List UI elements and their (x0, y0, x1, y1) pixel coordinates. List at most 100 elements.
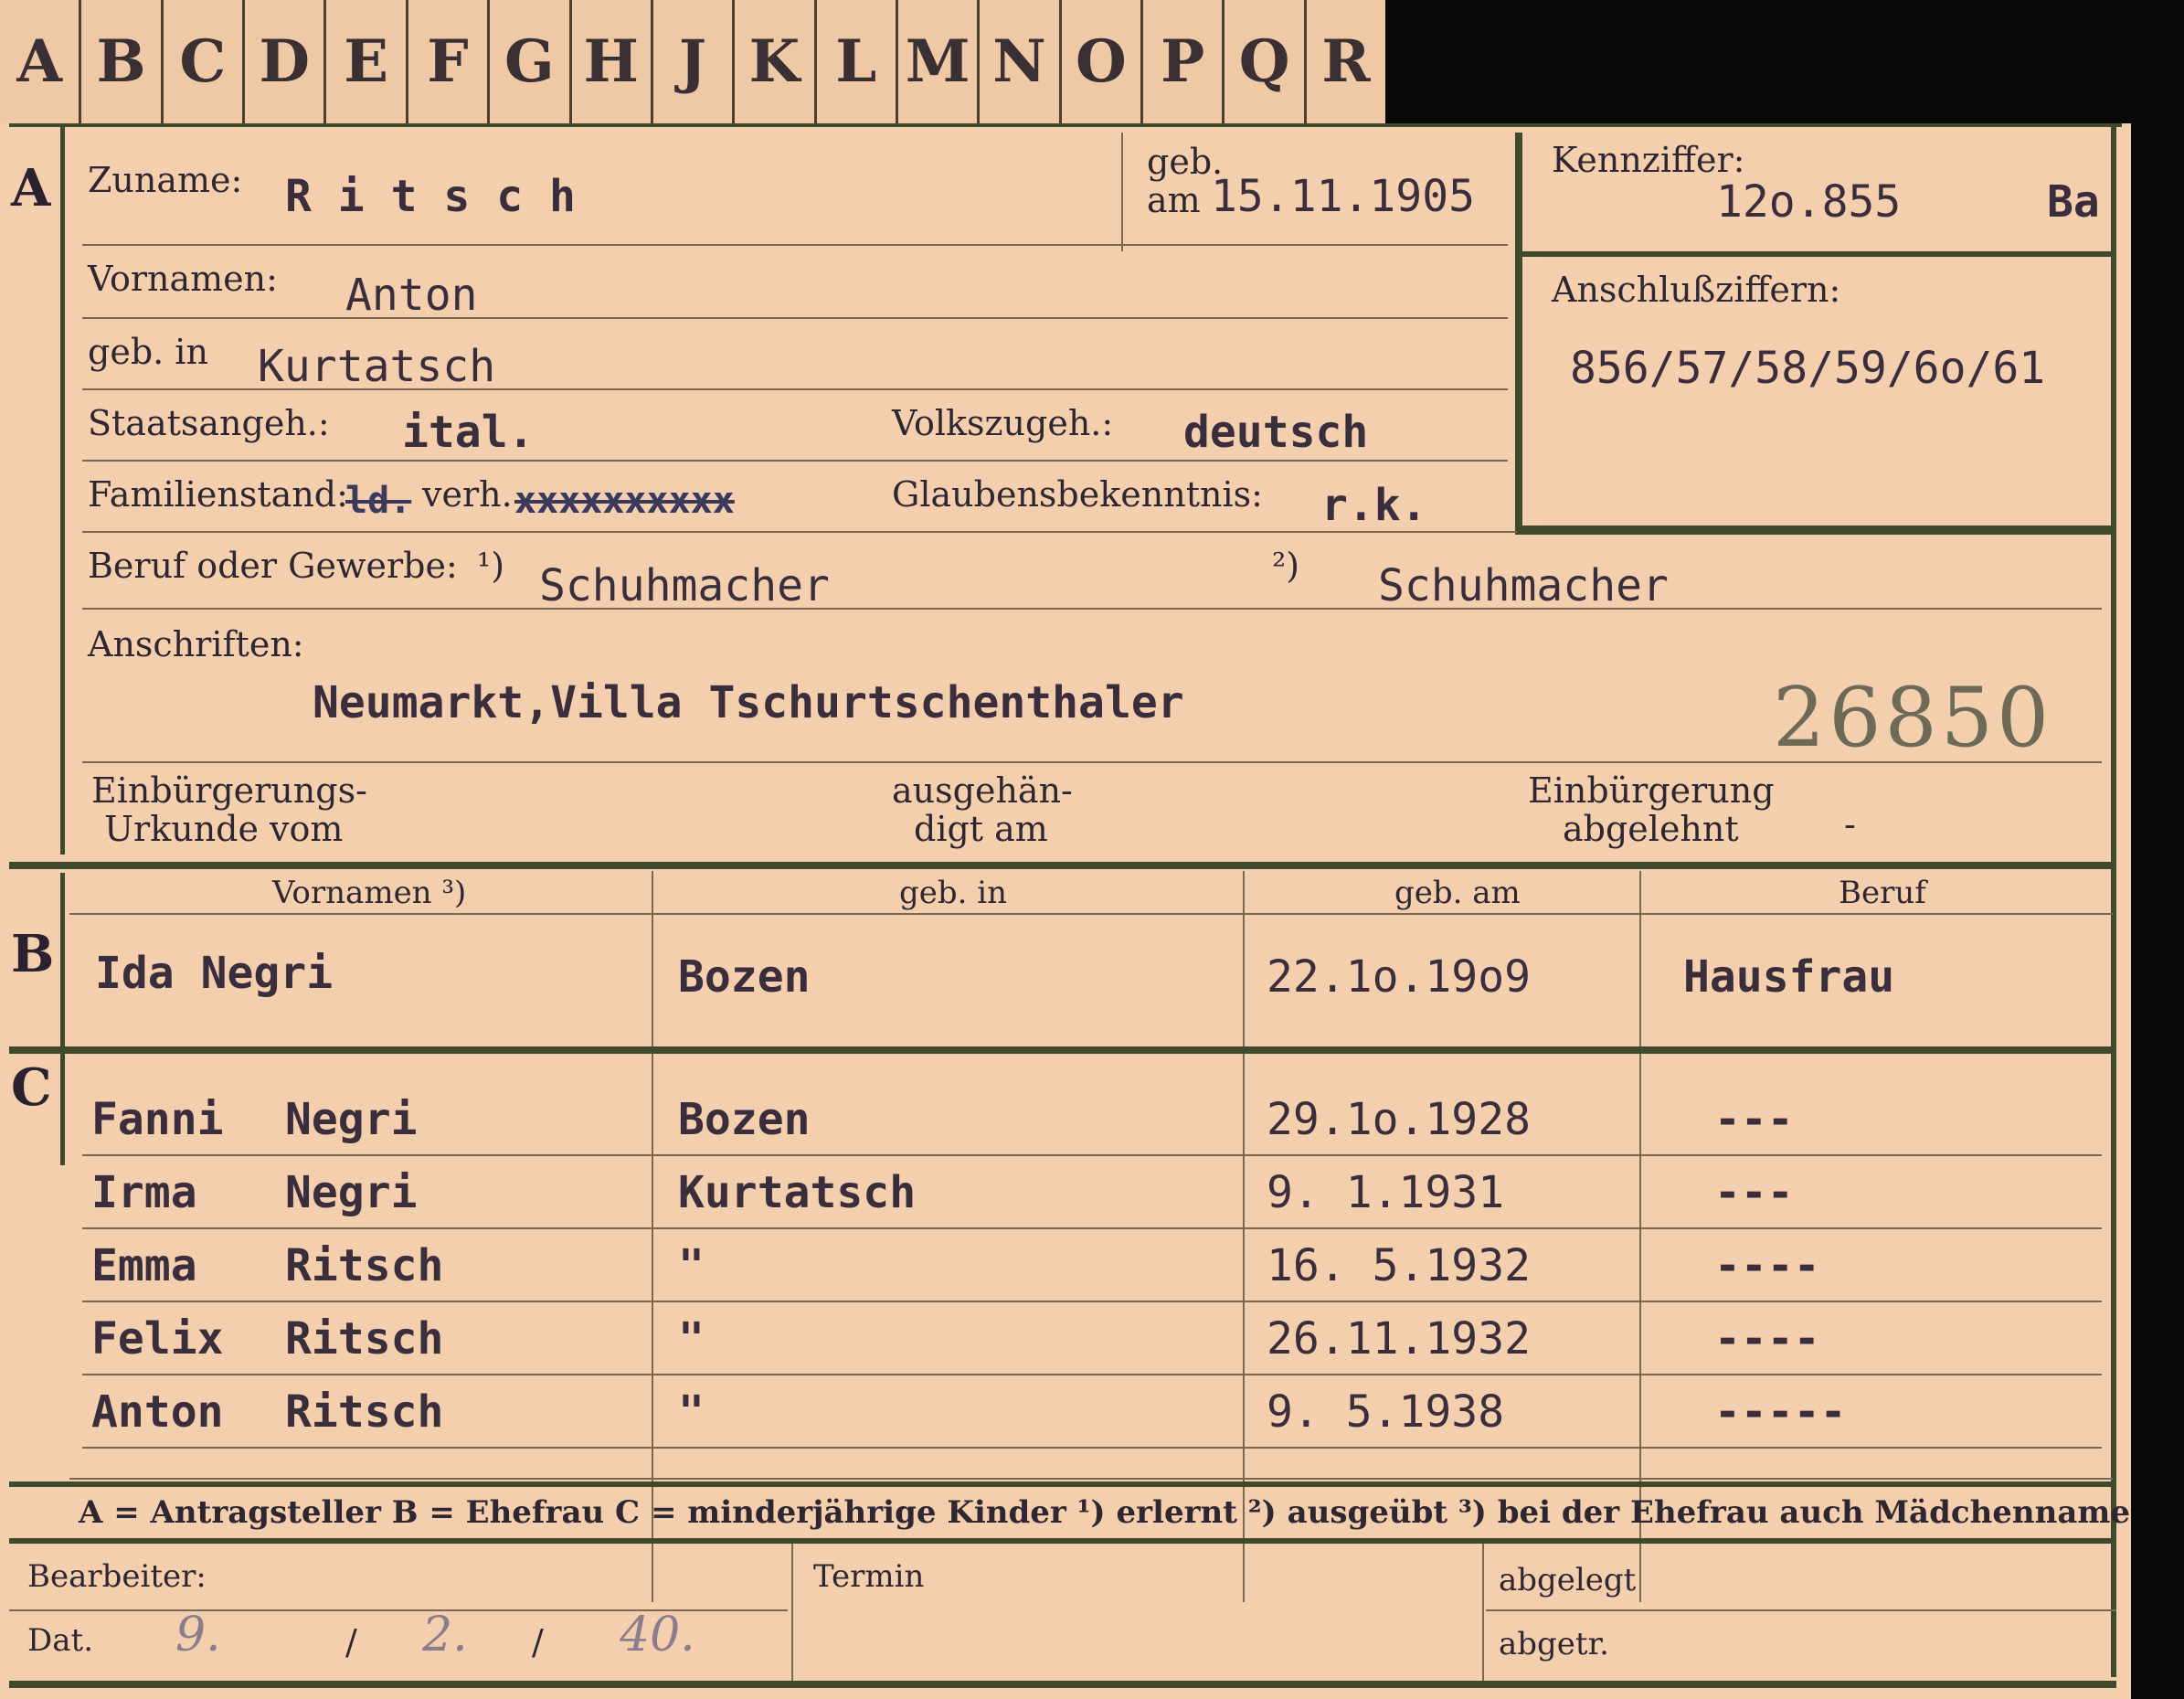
index-tab: F (408, 0, 491, 123)
abgelegt-label: abgelegt (1499, 1562, 1637, 1598)
col-geb-am: geb. am (1394, 875, 1521, 911)
child-geb-am: 9. 5.1938 (1267, 1386, 1505, 1438)
index-tab: M (898, 0, 981, 123)
index-tab: N (980, 0, 1062, 123)
child-first-name: Emma (91, 1240, 197, 1291)
dat-sep-1: / (345, 1622, 357, 1662)
col-geb-in: geb. in (899, 875, 1008, 911)
index-tab: E (326, 0, 408, 123)
einb-abgelehnt-value: - (1844, 804, 1856, 844)
geb-am-value: 15.11.1905 (1211, 171, 1475, 222)
index-tab: O (1062, 0, 1144, 123)
staat-label: Staatsangeh.: (88, 403, 330, 443)
glauben-value: r.k. (1321, 480, 1427, 531)
child-last-name: Negri (285, 1094, 418, 1145)
ehefrau-beruf: Hausfrau (1683, 951, 1895, 1003)
kennziffer-label: Kennziffer: (1552, 140, 1745, 180)
index-tab: K (735, 0, 817, 123)
termin-label: Termin (813, 1558, 925, 1595)
child-geb-in: " (678, 1240, 705, 1291)
child-geb-am: 9. 1.1931 (1267, 1167, 1505, 1218)
child-last-name: Ritsch (285, 1313, 444, 1365)
einb-abgelehnt-label-2: abgelehnt (1563, 809, 1739, 849)
index-tab: B (81, 0, 164, 123)
ausgehaend-label-2: digt am (914, 809, 1048, 849)
familie-struck-1: ld. (345, 480, 412, 522)
anschluss-value: 856/57/58/59/6o/61 (1570, 343, 2046, 394)
row-rule (82, 1374, 2102, 1375)
child-geb-in: Kurtatsch (678, 1167, 917, 1218)
left-margin-rule (60, 123, 65, 855)
staat-value: ital. (402, 407, 535, 458)
row-rule (82, 1301, 2102, 1302)
abgetr-label: abgetr. (1499, 1626, 1609, 1662)
child-geb-in: Bozen (678, 1094, 811, 1145)
ehefrau-geb-in: Bozen (678, 951, 811, 1003)
child-geb-in: " (678, 1313, 705, 1365)
familie-label: Familienstand: (88, 474, 348, 515)
anschriften-label: Anschriften: (88, 624, 304, 664)
einb-urkunde-label-1: Einbürgerungs- (91, 770, 367, 811)
child-first-name: Felix (91, 1313, 224, 1365)
index-tab: C (164, 0, 246, 123)
ehefrau-geb-am: 22.1o.19o9 (1267, 951, 1531, 1003)
index-tab: Q (1225, 0, 1307, 123)
beruf-2-value: Schuhmacher (1378, 560, 1669, 611)
index-tab: P (1143, 0, 1225, 123)
row-rule (82, 1447, 2102, 1449)
registration-card: A Zuname: R i t s c h geb. am 15.11.1905… (0, 123, 2131, 1699)
index-tab: A (0, 0, 82, 123)
section-b-letter: B (11, 924, 55, 984)
vornamen-label: Vornamen: (88, 259, 278, 299)
volk-label: Volkszugeh.: (892, 403, 1114, 443)
col-vornamen: Vornamen ³) (272, 875, 467, 911)
ausgehaend-label-1: ausgehän- (892, 770, 1073, 811)
index-tab: L (817, 0, 898, 123)
index-tab: G (490, 0, 572, 123)
familie-value: verh. (422, 474, 513, 515)
index-tabs: ABCDEFGHJKLMNOPQR (0, 0, 1385, 123)
kennziffer-suffix: Ba (2047, 176, 2100, 228)
child-geb-in: " (678, 1386, 705, 1438)
geb-am-label: am (1147, 180, 1201, 220)
index-tab: R (1321, 27, 1371, 96)
child-first-name: Irma (91, 1167, 197, 1218)
index-tab: D (245, 0, 327, 123)
kennziffer-value: 12o.855 (1716, 176, 1902, 228)
anschluss-label: Anschlußziffern: (1552, 270, 1841, 310)
child-beruf: ---- (1714, 1240, 1820, 1291)
child-beruf: ---- (1714, 1313, 1820, 1365)
bearbeiter-label: Bearbeiter: (27, 1558, 207, 1595)
beruf-1-value: Schuhmacher (539, 560, 830, 611)
volk-value: deutsch (1183, 407, 1369, 458)
dat-day: 9. (175, 1608, 221, 1662)
dat-year: 40. (620, 1608, 695, 1662)
beruf-marker-1: ¹) (477, 546, 505, 586)
row-rule (82, 1227, 2102, 1229)
index-tab: H (572, 0, 653, 123)
child-beruf: ----- (1714, 1386, 1847, 1438)
legend: A = Antragsteller B = Ehefrau C = minder… (79, 1494, 2130, 1531)
child-geb-am: 26.11.1932 (1267, 1313, 1531, 1365)
geb-in-value: Kurtatsch (258, 341, 496, 392)
section-a-letter: A (11, 158, 51, 218)
section-c-letter: C (11, 1057, 52, 1118)
child-last-name: Negri (285, 1167, 418, 1218)
glauben-label: Glaubensbekenntnis: (892, 474, 1263, 515)
ehefrau-vornamen: Ida Negri (95, 948, 334, 999)
vornamen-value: Anton (345, 270, 478, 321)
col-beruf: Beruf (1839, 875, 1926, 911)
child-beruf: --- (1714, 1094, 1794, 1145)
child-first-name: Anton (91, 1386, 224, 1438)
dat-label: Dat. (27, 1622, 94, 1659)
child-beruf: --- (1714, 1167, 1794, 1218)
child-last-name: Ritsch (285, 1240, 444, 1291)
child-first-name: Fanni (91, 1094, 224, 1145)
child-last-name: Ritsch (285, 1386, 444, 1438)
dat-sep-2: / (532, 1622, 544, 1662)
anschrift-value: Neumarkt,Villa Tschurtschenthaler (313, 677, 1184, 728)
beruf-marker-2: ²) (1272, 546, 1300, 586)
zuname-value: R i t s c h (285, 171, 576, 222)
child-geb-am: 16. 5.1932 (1267, 1240, 1531, 1291)
einb-abgelehnt-label-1: Einbürgerung (1528, 770, 1775, 811)
